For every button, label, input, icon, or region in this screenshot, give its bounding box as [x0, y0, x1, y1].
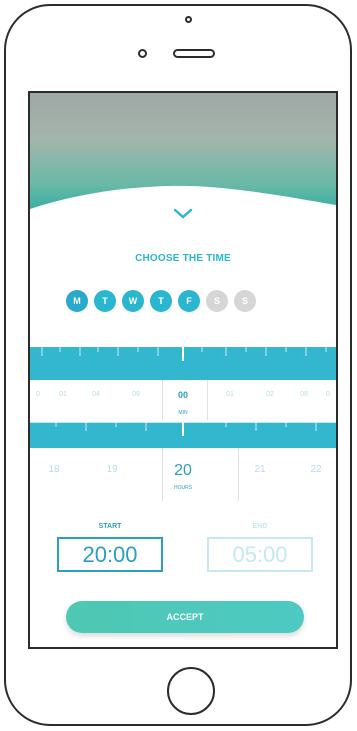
day-toggle-wed[interactable]: W	[122, 290, 144, 312]
speaker-grille	[173, 49, 215, 58]
hour-ruler[interactable]	[30, 422, 336, 448]
hour-tick[interactable]: 19	[106, 464, 117, 475]
camera-icon	[185, 16, 192, 23]
minute-tick[interactable]: 0	[36, 391, 40, 398]
minute-divider	[207, 380, 208, 420]
mockup-stage: CHOOSE THE TIME M T W T F S S 0 01 04 09…	[0, 0, 357, 731]
accept-button[interactable]: ACCEPT	[66, 601, 304, 633]
end-label: END	[252, 523, 268, 530]
day-toggle-fri[interactable]: F	[178, 290, 200, 312]
hour-unit-label: HOURS	[173, 485, 193, 491]
hour-divider	[238, 448, 239, 501]
sensor-icon	[138, 49, 147, 58]
hour-tick[interactable]: 22	[310, 464, 321, 475]
hour-tick[interactable]: 18	[48, 464, 59, 475]
minute-tick[interactable]: 02	[266, 391, 274, 398]
minute-tick[interactable]: 01	[59, 391, 67, 398]
hour-divider	[162, 448, 163, 501]
app-screen: CHOOSE THE TIME M T W T F S S 0 01 04 09…	[28, 91, 338, 649]
day-toggle-sun[interactable]: S	[234, 290, 256, 312]
minute-tick[interactable]: 04	[92, 391, 100, 398]
minute-tick[interactable]: 09	[132, 391, 140, 398]
minute-tick[interactable]: 01	[226, 391, 234, 398]
start-time-field[interactable]: 20:00	[57, 537, 163, 572]
start-label: START	[98, 523, 122, 530]
minute-tick[interactable]: 0	[326, 391, 330, 398]
day-toggle-thu[interactable]: T	[150, 290, 172, 312]
chevron-down-icon[interactable]	[172, 207, 194, 221]
minute-divider	[162, 380, 163, 420]
minute-ruler[interactable]	[30, 347, 336, 380]
day-toggle-sat[interactable]: S	[206, 290, 228, 312]
home-button[interactable]	[167, 667, 215, 715]
selected-minute[interactable]: 00	[173, 390, 193, 400]
hour-tick[interactable]: 21	[254, 464, 265, 475]
day-toggle-tue[interactable]: T	[94, 290, 116, 312]
minute-unit-label: MIN	[178, 410, 188, 416]
day-toggle-mon[interactable]: M	[66, 290, 88, 312]
end-time-field[interactable]: 05:00	[207, 537, 313, 572]
page-title: CHOOSE THE TIME	[135, 253, 231, 264]
selected-hour[interactable]: 20	[170, 462, 196, 480]
minute-tick[interactable]: 08	[300, 391, 308, 398]
weekday-selector: M T W T F S S	[66, 290, 256, 312]
